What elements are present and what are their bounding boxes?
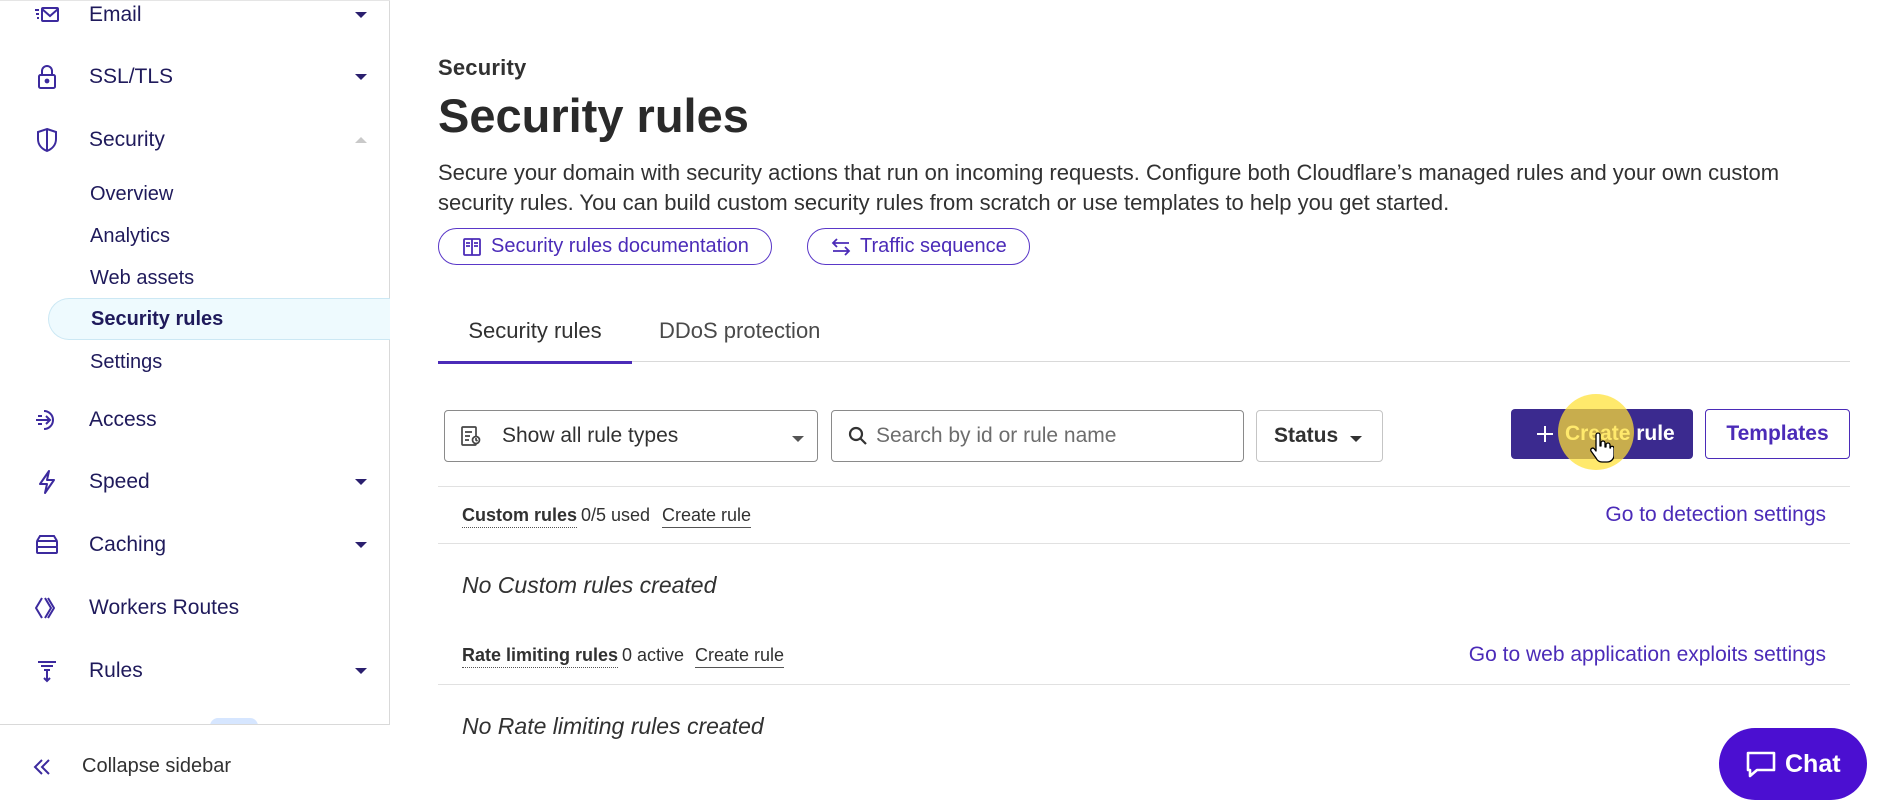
tab-label: Security rules: [468, 318, 602, 343]
rate-limiting-rules-header: Rate limiting rules 0 active Create rule…: [438, 627, 1850, 685]
tab-security-rules[interactable]: Security rules: [438, 300, 632, 364]
sidebar-item-label: Rules: [89, 659, 143, 682]
chevron-down-icon[interactable]: [354, 8, 368, 22]
section-title: Custom rules: [462, 505, 578, 528]
sidebar-item-label: Email: [89, 3, 142, 26]
status-filter-label: Status: [1274, 424, 1339, 447]
sidebar-subitem-label: Analytics: [90, 224, 171, 247]
filter-icon: [32, 656, 62, 686]
breadcrumb: Security: [438, 55, 527, 80]
chevron-up-icon[interactable]: [354, 133, 368, 147]
collapse-sidebar-button[interactable]: Collapse sidebar: [0, 724, 390, 808]
traffic-sequence-link[interactable]: Traffic sequence: [807, 228, 1030, 265]
sidebar-subitem-web-assets[interactable]: Web assets: [48, 257, 390, 299]
create-rate-limiting-rule-link[interactable]: Create rule: [695, 645, 785, 668]
sidebar-item-label: Security: [89, 128, 165, 151]
lightning-icon: [32, 467, 62, 497]
sidebar-subitem-label: Overview: [90, 182, 174, 205]
section-count: 0/5 used: [581, 505, 651, 525]
sidebar-subitem-label: Settings: [90, 350, 163, 373]
server-icon: [32, 530, 62, 560]
page-description: Secure your domain with security actions…: [438, 160, 1780, 215]
security-rules-documentation-link[interactable]: Security rules documentation: [438, 228, 772, 265]
sidebar-item-security[interactable]: Security: [0, 115, 390, 165]
chevron-down-icon[interactable]: [354, 664, 368, 678]
plus-icon: [1535, 424, 1555, 444]
search-box: [831, 410, 1244, 462]
sidebar-item-speed[interactable]: Speed: [0, 457, 390, 507]
section-title: Rate limiting rules: [462, 645, 619, 668]
sidebar-item-label: SSL/TLS: [89, 65, 174, 88]
sidebar-subitem-label: Web assets: [90, 266, 195, 289]
chat-bubble-icon: [1745, 749, 1777, 779]
search-icon: [846, 424, 870, 448]
sidebar-item-rules[interactable]: Rules: [0, 646, 390, 696]
chevron-down-icon: [1349, 431, 1363, 442]
sidebar-subitem-overview[interactable]: Overview: [48, 173, 390, 215]
hand-cursor-icon: [1590, 432, 1614, 463]
lock-icon: [32, 62, 62, 92]
chat-label: Chat: [1785, 749, 1841, 778]
detection-settings-link[interactable]: Go to detection settings: [1605, 503, 1826, 527]
main-content: Security Security rules Secure your doma…: [438, 0, 1850, 808]
page-title: Security rules: [438, 89, 749, 142]
sidebar-item-email[interactable]: Email: [0, 0, 390, 40]
rules-toolbar: Show all rule types Status: [438, 394, 1850, 470]
rule-type-select[interactable]: Show all rule types: [444, 410, 818, 462]
email-icon: [32, 0, 62, 30]
traffic-sequence-label: Traffic sequence: [860, 235, 1007, 257]
rule-type-select-value: Show all rule types: [502, 424, 679, 447]
sidebar-subitem-analytics[interactable]: Analytics: [48, 215, 390, 257]
sidebar: Email SSL/TLS Security Overview Analytic…: [0, 0, 390, 808]
documentation-link-label: Security rules documentation: [491, 235, 749, 257]
chevron-down-icon[interactable]: [354, 475, 368, 489]
search-input[interactable]: [876, 419, 1236, 453]
collapse-sidebar-label: Collapse sidebar: [82, 755, 231, 777]
chevron-down-icon[interactable]: [354, 70, 368, 84]
tab-ddos-protection[interactable]: DDoS protection: [659, 300, 820, 362]
sidebar-item-caching[interactable]: Caching: [0, 520, 390, 570]
tab-label: DDoS protection: [659, 318, 821, 343]
double-chevron-left-icon: [30, 755, 54, 779]
web-application-exploits-settings-link[interactable]: Go to web application exploits settings: [1469, 643, 1826, 667]
book-icon: [461, 236, 483, 258]
sidebar-item-label: Caching: [89, 533, 167, 556]
sidebar-subitem-label: Security rules: [91, 307, 224, 330]
sidebar-item-access[interactable]: Access: [0, 395, 390, 445]
sidebar-subitem-settings[interactable]: Settings: [48, 341, 390, 383]
sidebar-item-workers-routes[interactable]: Workers Routes: [0, 583, 390, 633]
shield-icon: [32, 125, 62, 155]
chat-button[interactable]: Chat: [1719, 728, 1867, 800]
sidebar-item-label: Workers Routes: [89, 596, 240, 619]
rate-limiting-empty-message: No Rate limiting rules created: [462, 713, 764, 739]
create-custom-rule-link[interactable]: Create rule: [662, 505, 752, 528]
section-count: 0 active: [622, 645, 685, 665]
sidebar-item-label: Speed: [89, 470, 150, 493]
tabs: Security rules DDoS protection: [438, 300, 1850, 364]
templates-button[interactable]: Templates: [1705, 409, 1850, 459]
sidebar-item-ssl-tls[interactable]: SSL/TLS: [0, 52, 390, 102]
rule-list-icon: [459, 424, 483, 448]
chevron-down-icon[interactable]: [354, 538, 368, 552]
custom-rules-empty-message: No Custom rules created: [462, 572, 717, 598]
sidebar-subitem-security-rules[interactable]: Security rules: [48, 298, 390, 340]
custom-rules-header: Custom rules 0/5 used Create rule Go to …: [438, 486, 1850, 544]
app: Email SSL/TLS Security Overview Analytic…: [0, 0, 1896, 808]
workers-icon: [32, 593, 62, 623]
swap-arrows-icon: [830, 236, 852, 258]
access-icon: [32, 405, 62, 435]
status-filter-button[interactable]: Status: [1256, 410, 1383, 462]
chevron-down-icon: [791, 431, 805, 442]
sidebar-item-label: Access: [89, 408, 157, 431]
